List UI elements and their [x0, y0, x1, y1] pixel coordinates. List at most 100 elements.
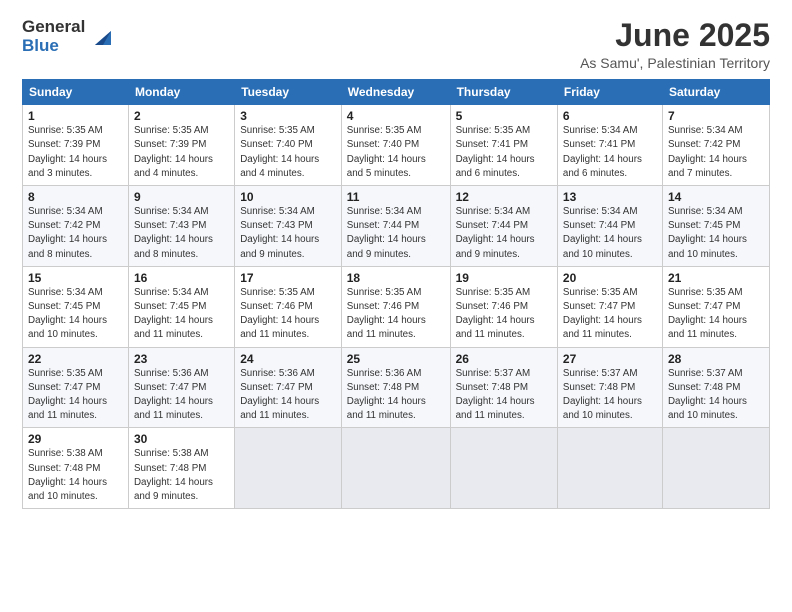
calendar-cell: 29 Sunrise: 5:38 AMSunset: 7:48 PMDaylig…: [23, 428, 129, 509]
day-number: 28: [668, 352, 764, 366]
calendar-cell: [341, 428, 450, 509]
calendar-week-row: 8 Sunrise: 5:34 AMSunset: 7:42 PMDayligh…: [23, 186, 770, 267]
calendar-header-row: Sunday Monday Tuesday Wednesday Thursday…: [23, 80, 770, 105]
day-number: 1: [28, 109, 123, 123]
day-number: 11: [347, 190, 445, 204]
calendar-week-row: 29 Sunrise: 5:38 AMSunset: 7:48 PMDaylig…: [23, 428, 770, 509]
day-number: 26: [456, 352, 552, 366]
calendar-cell: 17 Sunrise: 5:35 AMSunset: 7:46 PMDaylig…: [235, 266, 342, 347]
day-info: Sunrise: 5:34 AMSunset: 7:43 PMDaylight:…: [134, 206, 213, 260]
calendar-cell: [450, 428, 557, 509]
calendar-cell: 2 Sunrise: 5:35 AMSunset: 7:39 PMDayligh…: [128, 105, 234, 186]
logo-text: General Blue: [22, 18, 85, 55]
calendar-cell: 28 Sunrise: 5:37 AMSunset: 7:48 PMDaylig…: [662, 347, 769, 428]
calendar-cell: 6 Sunrise: 5:34 AMSunset: 7:41 PMDayligh…: [557, 105, 662, 186]
subtitle: As Samu', Palestinian Territory: [580, 55, 770, 71]
day-info: Sunrise: 5:36 AMSunset: 7:47 PMDaylight:…: [240, 368, 319, 422]
day-info: Sunrise: 5:37 AMSunset: 7:48 PMDaylight:…: [668, 368, 747, 422]
day-number: 8: [28, 190, 123, 204]
calendar-cell: 18 Sunrise: 5:35 AMSunset: 7:46 PMDaylig…: [341, 266, 450, 347]
day-info: Sunrise: 5:34 AMSunset: 7:44 PMDaylight:…: [456, 206, 535, 260]
logo: General Blue: [22, 18, 117, 55]
calendar-cell: 25 Sunrise: 5:36 AMSunset: 7:48 PMDaylig…: [341, 347, 450, 428]
day-info: Sunrise: 5:35 AMSunset: 7:41 PMDaylight:…: [456, 125, 535, 179]
col-monday: Monday: [128, 80, 234, 105]
calendar-cell: 7 Sunrise: 5:34 AMSunset: 7:42 PMDayligh…: [662, 105, 769, 186]
day-number: 3: [240, 109, 336, 123]
day-number: 12: [456, 190, 552, 204]
calendar-table: Sunday Monday Tuesday Wednesday Thursday…: [22, 79, 770, 509]
day-number: 15: [28, 271, 123, 285]
calendar-cell: 11 Sunrise: 5:34 AMSunset: 7:44 PMDaylig…: [341, 186, 450, 267]
day-info: Sunrise: 5:35 AMSunset: 7:39 PMDaylight:…: [28, 125, 107, 179]
day-number: 18: [347, 271, 445, 285]
calendar-cell: 26 Sunrise: 5:37 AMSunset: 7:48 PMDaylig…: [450, 347, 557, 428]
calendar-cell: 27 Sunrise: 5:37 AMSunset: 7:48 PMDaylig…: [557, 347, 662, 428]
calendar-cell: [557, 428, 662, 509]
day-info: Sunrise: 5:35 AMSunset: 7:47 PMDaylight:…: [28, 368, 107, 422]
day-info: Sunrise: 5:35 AMSunset: 7:39 PMDaylight:…: [134, 125, 213, 179]
day-info: Sunrise: 5:35 AMSunset: 7:47 PMDaylight:…: [668, 287, 747, 341]
calendar-cell: 14 Sunrise: 5:34 AMSunset: 7:45 PMDaylig…: [662, 186, 769, 267]
calendar-cell: [235, 428, 342, 509]
day-number: 2: [134, 109, 229, 123]
day-info: Sunrise: 5:35 AMSunset: 7:46 PMDaylight:…: [456, 287, 535, 341]
day-info: Sunrise: 5:35 AMSunset: 7:46 PMDaylight:…: [347, 287, 426, 341]
logo-blue: Blue: [22, 37, 85, 56]
calendar-cell: 4 Sunrise: 5:35 AMSunset: 7:40 PMDayligh…: [341, 105, 450, 186]
day-number: 25: [347, 352, 445, 366]
calendar-cell: 21 Sunrise: 5:35 AMSunset: 7:47 PMDaylig…: [662, 266, 769, 347]
calendar-cell: 15 Sunrise: 5:34 AMSunset: 7:45 PMDaylig…: [23, 266, 129, 347]
header: General Blue June 2025 As Samu', Palesti…: [22, 18, 770, 71]
calendar-cell: 23 Sunrise: 5:36 AMSunset: 7:47 PMDaylig…: [128, 347, 234, 428]
day-info: Sunrise: 5:36 AMSunset: 7:48 PMDaylight:…: [347, 368, 426, 422]
day-info: Sunrise: 5:38 AMSunset: 7:48 PMDaylight:…: [134, 448, 213, 502]
page: General Blue June 2025 As Samu', Palesti…: [0, 0, 792, 612]
day-info: Sunrise: 5:35 AMSunset: 7:47 PMDaylight:…: [563, 287, 642, 341]
calendar-week-row: 15 Sunrise: 5:34 AMSunset: 7:45 PMDaylig…: [23, 266, 770, 347]
day-number: 23: [134, 352, 229, 366]
day-info: Sunrise: 5:34 AMSunset: 7:42 PMDaylight:…: [28, 206, 107, 260]
day-info: Sunrise: 5:34 AMSunset: 7:44 PMDaylight:…: [347, 206, 426, 260]
day-number: 20: [563, 271, 657, 285]
calendar-cell: 9 Sunrise: 5:34 AMSunset: 7:43 PMDayligh…: [128, 186, 234, 267]
calendar-cell: 22 Sunrise: 5:35 AMSunset: 7:47 PMDaylig…: [23, 347, 129, 428]
day-number: 19: [456, 271, 552, 285]
day-info: Sunrise: 5:34 AMSunset: 7:45 PMDaylight:…: [28, 287, 107, 341]
calendar-cell: 5 Sunrise: 5:35 AMSunset: 7:41 PMDayligh…: [450, 105, 557, 186]
day-number: 29: [28, 432, 123, 446]
day-info: Sunrise: 5:36 AMSunset: 7:47 PMDaylight:…: [134, 368, 213, 422]
day-number: 14: [668, 190, 764, 204]
col-tuesday: Tuesday: [235, 80, 342, 105]
day-number: 7: [668, 109, 764, 123]
day-number: 6: [563, 109, 657, 123]
day-number: 30: [134, 432, 229, 446]
col-friday: Friday: [557, 80, 662, 105]
day-info: Sunrise: 5:34 AMSunset: 7:45 PMDaylight:…: [668, 206, 747, 260]
day-number: 5: [456, 109, 552, 123]
calendar-week-row: 1 Sunrise: 5:35 AMSunset: 7:39 PMDayligh…: [23, 105, 770, 186]
day-info: Sunrise: 5:34 AMSunset: 7:43 PMDaylight:…: [240, 206, 319, 260]
col-wednesday: Wednesday: [341, 80, 450, 105]
day-info: Sunrise: 5:35 AMSunset: 7:40 PMDaylight:…: [347, 125, 426, 179]
calendar-cell: 10 Sunrise: 5:34 AMSunset: 7:43 PMDaylig…: [235, 186, 342, 267]
day-number: 10: [240, 190, 336, 204]
logo-general: General: [22, 18, 85, 37]
calendar-cell: 8 Sunrise: 5:34 AMSunset: 7:42 PMDayligh…: [23, 186, 129, 267]
day-info: Sunrise: 5:38 AMSunset: 7:48 PMDaylight:…: [28, 448, 107, 502]
calendar-cell: 13 Sunrise: 5:34 AMSunset: 7:44 PMDaylig…: [557, 186, 662, 267]
calendar-cell: 16 Sunrise: 5:34 AMSunset: 7:45 PMDaylig…: [128, 266, 234, 347]
col-thursday: Thursday: [450, 80, 557, 105]
day-number: 22: [28, 352, 123, 366]
calendar-cell: 19 Sunrise: 5:35 AMSunset: 7:46 PMDaylig…: [450, 266, 557, 347]
calendar-week-row: 22 Sunrise: 5:35 AMSunset: 7:47 PMDaylig…: [23, 347, 770, 428]
title-block: June 2025 As Samu', Palestinian Territor…: [580, 18, 770, 71]
day-info: Sunrise: 5:37 AMSunset: 7:48 PMDaylight:…: [456, 368, 535, 422]
day-number: 17: [240, 271, 336, 285]
day-info: Sunrise: 5:34 AMSunset: 7:45 PMDaylight:…: [134, 287, 213, 341]
day-number: 16: [134, 271, 229, 285]
day-number: 24: [240, 352, 336, 366]
day-info: Sunrise: 5:37 AMSunset: 7:48 PMDaylight:…: [563, 368, 642, 422]
day-number: 9: [134, 190, 229, 204]
calendar-cell: 1 Sunrise: 5:35 AMSunset: 7:39 PMDayligh…: [23, 105, 129, 186]
